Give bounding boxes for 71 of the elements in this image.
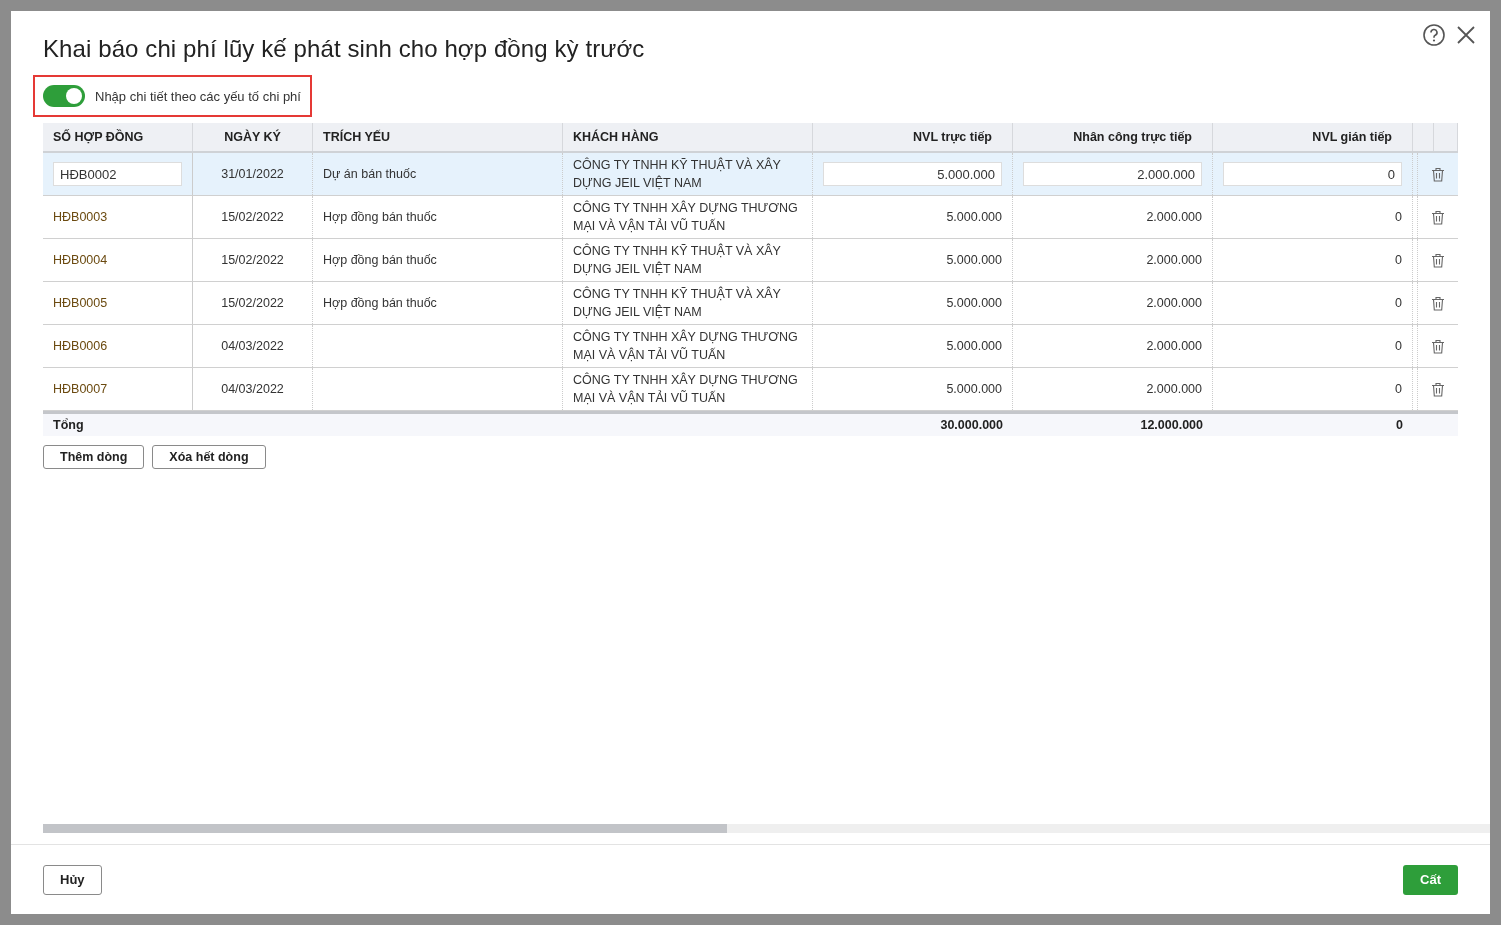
table-row[interactable]: HĐB0005 15/02/2022 Hợp đồng bán thuốc CÔNG TY TNHH KỸ THUẬT VÀ XÂY DỰNG JEIL VIỆT NAM 5.000.000 2.000.000 0 [43,282,1458,325]
table-cell-text: HĐB0003 [53,209,108,226]
column-header: TRÍCH YẾU [323,130,391,144]
cell-input[interactable]: 2.000.000 [1023,162,1202,186]
table-cell-text: 15/02/2022 [221,209,284,226]
table-cell-text: 0 [1395,338,1402,355]
table-cell-text: HĐB0004 [53,252,108,269]
table-cell-text: 2.000.000 [1146,209,1202,226]
table-cell-text: CÔNG TY TNHH KỸ THUẬT VÀ XÂY DỰNG JEIL VIỆT NAM [573,242,782,278]
table-row[interactable]: HĐB0002 31/01/2022 Dự án bán thuốc CÔNG TY TNHH KỸ THUẬT VÀ XÂY DỰNG JEIL VIỆT NAM 5.000.000 2.000.000 0 [43,153,1458,196]
table-cell-text: 15/02/2022 [221,295,284,312]
table-row[interactable]: HĐB0004 15/02/2022 Hợp đồng bán thuốc CÔNG TY TNHH KỸ THUẬT VÀ XÂY DỰNG JEIL VIỆT NAM 5.000.000 2.000.000 0 [43,239,1458,282]
table-cell-text: Dự án bán thuốc [323,166,417,183]
total-value: 12.000.000 [1140,417,1203,434]
table-cell-text: CÔNG TY TNHH XÂY DỰNG THƯƠNG MẠI VÀ VẬN TẢI VŨ TUẤN [573,371,799,407]
table-cell-text: 0 [1395,295,1402,312]
column-header: NGÀY KÝ [224,130,281,144]
cell-input[interactable]: HĐB0002 [53,162,182,186]
table-cell-text: 0 [1395,252,1402,269]
horizontal-scrollbar[interactable] [43,824,1490,833]
total-value: 30.000.000 [940,417,1003,434]
table-cell-text: Hợp đồng bán thuốc [323,209,437,226]
table-cell-text: CÔNG TY TNHH XÂY DỰNG THƯƠNG MẠI VÀ VẬN TẢI VŨ TUẤN [573,199,799,235]
table-cell-text: Hợp đồng bán thuốc [323,252,437,269]
close-icon[interactable] [1456,25,1476,45]
table-cell-text: 31/01/2022 [221,166,284,183]
table-row[interactable]: HĐB0003 15/02/2022 Hợp đồng bán thuốc CÔNG TY TNHH XÂY DỰNG THƯƠNG MẠI VÀ VẬN TẢI VŨ TUẤN 5.000.000 2.000.000 0 [43,196,1458,239]
table-cell-text: CÔNG TY TNHH XÂY DỰNG THƯƠNG MẠI VÀ VẬN TẢI VŨ TUẤN [573,328,799,364]
table-cell-text: 2.000.000 [1146,381,1202,398]
table-cell-text: 0 [1395,209,1402,226]
trash-icon[interactable] [1431,295,1445,311]
cancel-button[interactable]: Hủy [43,864,102,895]
table-cell-text: 5.000.000 [946,252,1002,269]
trash-icon[interactable] [1431,252,1445,268]
column-header: NVL trực tiếp [913,130,992,144]
table-cell-text: 04/03/2022 [221,381,284,398]
table-action-button[interactable]: Xóa hết dòng [152,445,266,469]
table-cell-text: CÔNG TY TNHH KỸ THUẬT VÀ XÂY DỰNG JEIL VIỆT NAM [573,156,782,192]
table-row[interactable]: HĐB0006 04/03/2022 CÔNG TY TNHH XÂY DỰNG THƯƠNG MẠI VÀ VẬN TẢI VŨ TUẤN 5.000.000 2.000.000 0 [43,325,1458,368]
table-action-button[interactable]: Thêm dòng [43,445,145,469]
table-cell-text: 5.000.000 [946,381,1002,398]
trash-icon[interactable] [1431,209,1445,225]
trash-icon[interactable] [1431,338,1445,354]
table-cell-text: 5.000.000 [946,295,1002,312]
table-cell-text: 15/02/2022 [221,252,284,269]
dialog-title: Khai báo chi phí lũy kế phát sinh cho hợp đồng kỳ trước [43,35,645,63]
toggle-switch[interactable] [43,85,85,107]
trash-icon[interactable] [1431,381,1445,397]
table-cell-text: 04/03/2022 [221,338,284,355]
trash-icon[interactable] [1431,166,1445,182]
table-cell-text: HĐB0006 [53,338,108,355]
table-cell-text: 0 [1395,381,1402,398]
table-cell-text: 2.000.000 [1146,295,1202,312]
table-cell-text: 5.000.000 [946,338,1002,355]
table-cell-text: HĐB0007 [53,381,108,398]
column-header: Nhân công trực tiếp [1073,130,1192,144]
table-cell-text: HĐB0005 [53,295,108,312]
column-header: NVL gián tiếp [1312,130,1392,144]
total-label: Tổng [53,417,84,434]
total-value: 0 [1396,417,1403,434]
table-cell-text: Hợp đồng bán thuốc [323,295,437,312]
table-cell-text: 2.000.000 [1146,252,1202,269]
cell-input[interactable]: 0 [1223,162,1402,186]
toggle-label: Nhập chi tiết theo các yếu tố chi phí [95,88,301,104]
cell-input[interactable]: 5.000.000 [823,162,1002,186]
table-cell-text: CÔNG TY TNHH KỸ THUẬT VÀ XÂY DỰNG JEIL VIỆT NAM [573,285,782,321]
table-cell-text: 5.000.000 [946,209,1002,226]
column-header: KHÁCH HÀNG [573,130,659,144]
help-icon[interactable] [1422,23,1446,47]
column-header: SỐ HỢP ĐỒNG [53,130,144,144]
table-cell-text: 2.000.000 [1146,338,1202,355]
